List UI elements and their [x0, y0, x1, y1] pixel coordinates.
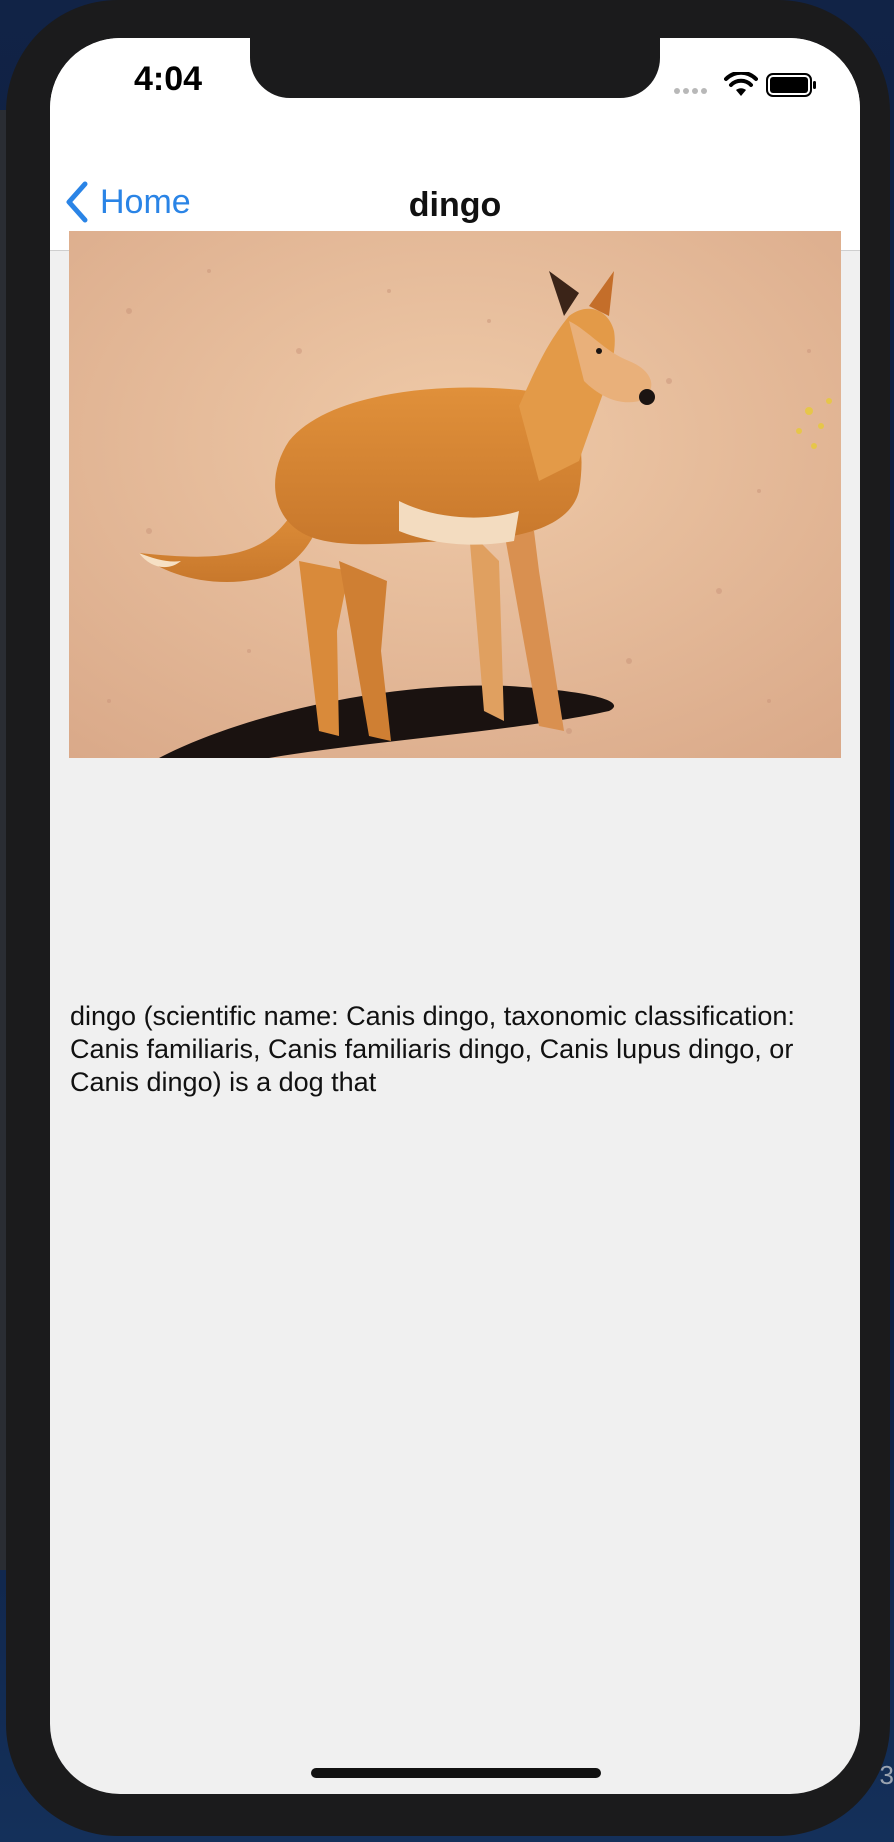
- status-time: 4:04: [133, 60, 203, 98]
- battery-icon: [766, 73, 816, 97]
- chevron-left-icon: [66, 181, 88, 223]
- wifi-icon: [724, 72, 758, 96]
- home-indicator[interactable]: [311, 1768, 601, 1778]
- page-title: dingo: [408, 186, 502, 224]
- back-button[interactable]: Home: [64, 178, 191, 226]
- phone-frame: 4:04 Home dingo dingo (scientific name: …: [6, 0, 890, 1836]
- cellular-signal-icon: [674, 88, 707, 94]
- dingo-photo: [69, 231, 841, 758]
- description-text: dingo (scientific name: Canis dingo, tax…: [70, 1001, 795, 1097]
- device-notch: [250, 38, 660, 98]
- app-screen: 4:04 Home dingo dingo (scientific name: …: [50, 38, 860, 1794]
- back-button-label: Home: [100, 182, 191, 221]
- desktop-edge-text: 3: [879, 1760, 894, 1790]
- dingo-illustration: [69, 231, 841, 758]
